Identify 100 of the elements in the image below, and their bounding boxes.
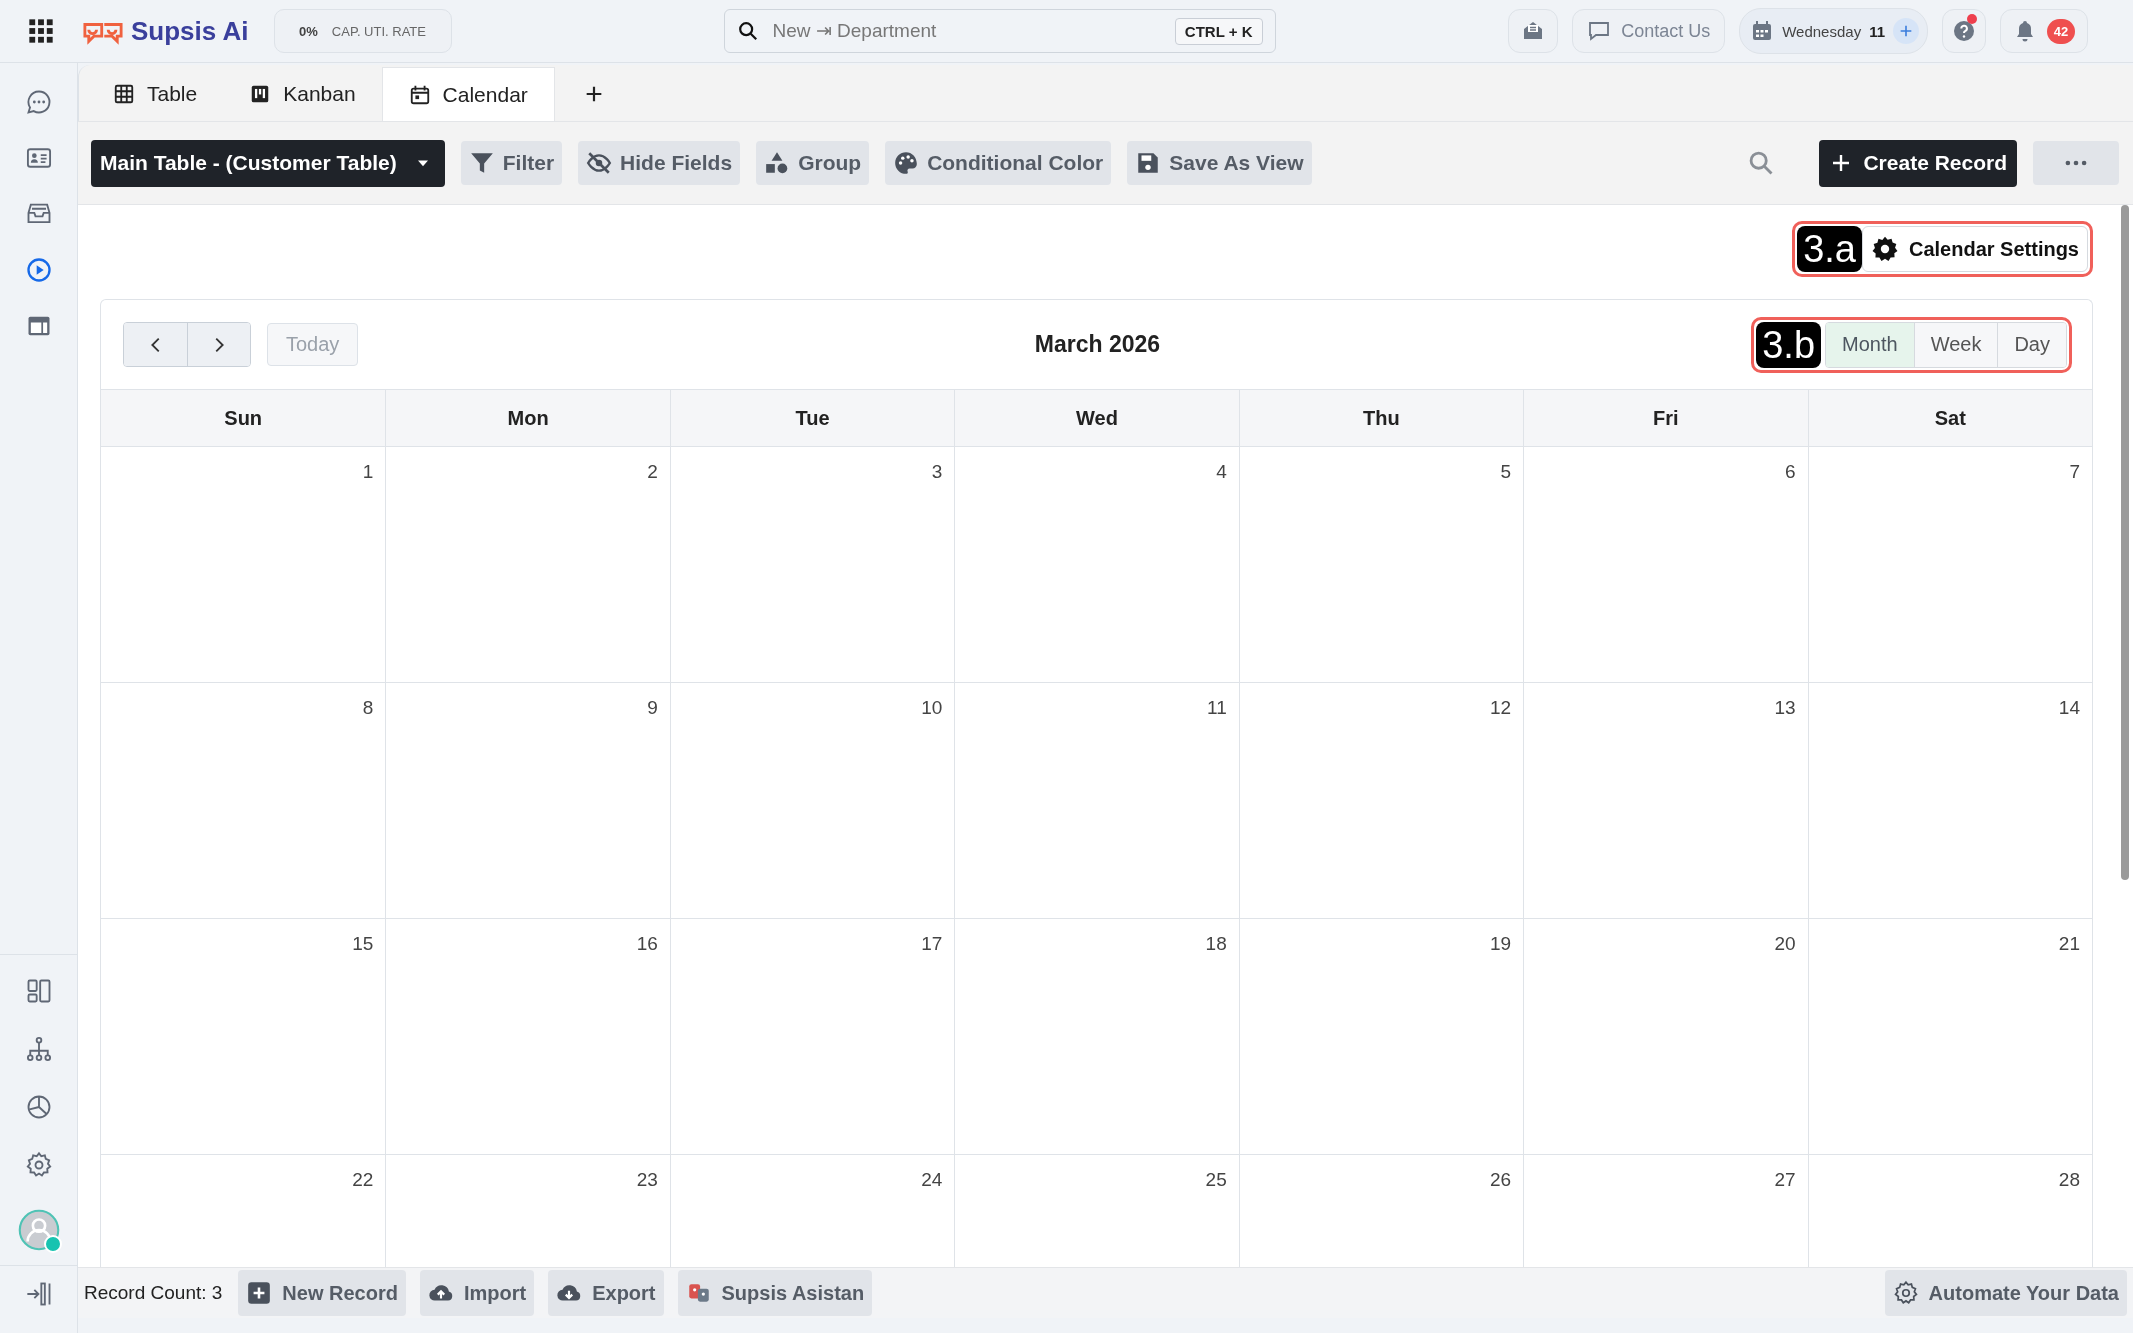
day-number: 4 [1216,461,1227,483]
utilization-value: 0% [299,23,318,39]
table-select[interactable]: Main Table - (Customer Table) [91,139,445,187]
weekday-header: Wed [954,390,1239,447]
day-cell[interactable]: 16 [385,919,670,1155]
day-cell[interactable]: 1 [101,447,386,683]
day-number: 21 [2058,933,2080,955]
notifications-button[interactable]: 42 [2000,9,2088,53]
day-number: 13 [1774,697,1796,719]
day-number: 12 [1490,697,1512,719]
day-cell[interactable]: 8 [101,683,386,919]
weekday-header: Tue [669,390,955,447]
footer-button[interactable]: Export [548,1270,664,1316]
day-number: 6 [1785,461,1796,483]
view-toggle[interactable]: Day [1997,322,2066,367]
day-number: 5 [1500,461,1512,483]
day-cell[interactable]: 12 [1238,683,1524,919]
day-cell[interactable]: 9 [385,683,670,919]
day-number: 11 [1206,697,1227,719]
day-number: 22 [352,1169,374,1191]
settings-icon[interactable] [24,1151,53,1179]
search-bar[interactable]: New ⇥ Department CTRL + K [723,9,1276,53]
day-cell[interactable]: 3 [669,447,955,683]
day-cell[interactable]: 10 [669,683,955,919]
view-tab[interactable]: Kanban [223,67,382,121]
day-number: 27 [1774,1169,1796,1191]
day-cell[interactable]: 18 [954,919,1239,1155]
weekday-header: Sat [1807,390,2092,447]
day-cell[interactable]: 17 [669,919,955,1155]
day-cell[interactable]: 11 [954,683,1239,919]
day-number: 8 [362,697,374,719]
day-cell[interactable]: 21 [1807,919,2092,1155]
weekday-header: Sun [101,390,386,447]
shortcut-key: CTRL + K [1174,17,1263,45]
create-record-button[interactable]: Create Record [1819,139,2017,187]
notification-count: 42 [2046,18,2076,44]
mail-button[interactable] [1508,9,1559,53]
calendar-icon [408,83,431,106]
chat-icon[interactable] [24,88,53,116]
toolbar-button[interactable]: Group [756,141,870,185]
search-icon [736,20,759,42]
day-cell[interactable]: 13 [1523,683,1808,919]
day-cell[interactable]: 6 [1523,447,1808,683]
settings-icon [1892,1280,1919,1306]
footer-button[interactable]: New Record [238,1270,406,1316]
weekday-header: Mon [385,390,670,447]
view-tab[interactable]: Table [87,67,224,121]
day-number: 11 [1869,22,1885,40]
view-toggle[interactable]: Month [1826,322,1914,367]
step-badge: 3.b [1756,321,1822,368]
day-number: 24 [921,1169,943,1191]
settings-icon [1870,235,1899,263]
day-number: 28 [2058,1169,2080,1191]
add-icon[interactable] [1893,18,1919,44]
date-pill[interactable]: Wednesday 11 [1739,8,1928,54]
toolbar-button[interactable]: Hide Fields [578,141,741,185]
expand-sidebar-icon[interactable] [24,1280,53,1308]
record-count: Record Count: 3 [84,1282,223,1304]
day-number: 26 [1490,1169,1512,1191]
day-cell[interactable]: 2 [385,447,670,683]
view-toggle[interactable]: Week [1913,322,1998,367]
day-number: 17 [921,933,943,955]
automate-button[interactable]: Automate Your Data [1884,1270,2127,1316]
day-cell[interactable]: 15 [101,919,386,1155]
scrollbar[interactable] [2121,205,2129,880]
palette-icon [893,150,920,176]
day-number: 7 [2069,461,2080,483]
day-cell[interactable]: 19 [1238,919,1524,1155]
help-button[interactable] [1942,9,1986,53]
hierarchy-icon[interactable] [24,1035,53,1063]
day-cell[interactable]: 5 [1238,447,1524,683]
plus-icon [246,1280,273,1306]
day-number: 19 [1490,933,1512,955]
play-icon[interactable] [24,256,53,284]
toolbar-button[interactable]: Save As View [1127,141,1312,185]
search-input[interactable]: New ⇥ Department [770,19,1175,43]
footer-button[interactable]: Supsis Asistan [677,1270,873,1316]
logo-text: Supsis Ai [131,15,249,47]
weekday-header: Fri [1523,390,1808,447]
day-cell[interactable]: 20 [1523,919,1808,1155]
message-icon [1587,19,1612,43]
day-number: 2 [647,461,658,483]
day-number: 3 [931,461,943,483]
day-cell[interactable]: 14 [1807,683,2092,919]
day-cell[interactable]: 7 [1807,447,2092,683]
calendar-settings-button[interactable]: Calendar Settings [1861,226,2088,272]
day-number: 18 [1205,933,1227,955]
day-number: 16 [636,933,658,955]
more-icon [2065,160,2087,166]
footer-button[interactable]: Import [419,1270,535,1316]
day-number: 14 [2058,697,2080,719]
day-cell[interactable]: 4 [954,447,1239,683]
toolbar-button[interactable]: Conditional Color [885,141,1112,185]
step-badge: 3.a [1797,226,1862,272]
apps-grid-icon[interactable] [27,17,55,45]
utilization-label: CAP. UTI. RATE [331,23,426,39]
table-icon [113,83,135,105]
toolbar-button[interactable]: Filter [460,141,563,185]
help-icon [1952,19,1976,43]
view-tab[interactable]: Calendar [381,67,555,121]
